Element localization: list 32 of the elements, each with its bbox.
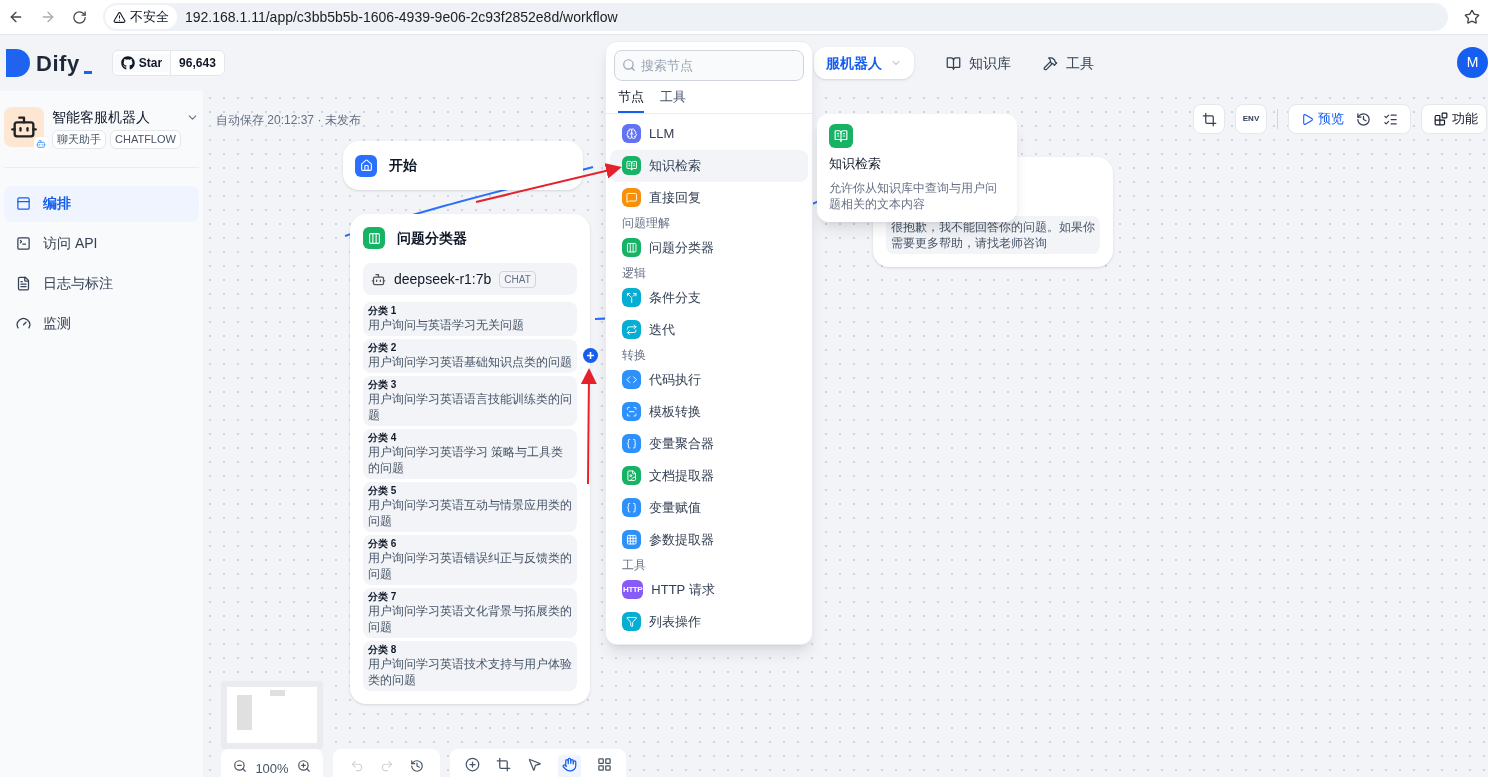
http-icon: HTTP [622, 580, 644, 599]
class-label: 分类 7 [368, 591, 398, 603]
group-heading: 工具 [621, 556, 647, 574]
model-tag: CHAT [499, 270, 536, 288]
class-text: 用户询问学习英语学习 策略与工具类的问题 [368, 444, 565, 476]
tooltip-description: 允许你从知识库中查询与用户问题相关的文本内容 [829, 179, 998, 212]
app-tag: 聊天助手 [52, 130, 106, 149]
app-tag: CHATFLOW [110, 130, 181, 149]
group-heading: 问题理解 [621, 214, 671, 232]
class-text: 用户询问学习英语互动与情景应用类的问题 [368, 497, 572, 529]
group-heading: 转换 [621, 346, 647, 364]
class-label: 分类 4 [368, 432, 398, 444]
class-label: 分类 2 [368, 342, 398, 354]
class-text: 用户询问与英语学习无关问题 [368, 317, 525, 333]
app-name: 智能客服机器人 [52, 108, 150, 127]
group-heading: 逻辑 [621, 264, 647, 282]
class-label: 分类 8 [368, 644, 398, 656]
class-text: 用户询问学习英语技术支持与用户体验类的问题 [368, 656, 572, 688]
class-text: 用户询问学习英语错误纠正与反馈类的问题 [368, 550, 572, 582]
class-label: 分类 6 [368, 538, 398, 550]
url-text: 192.168.1.11/app/c3bb5b5b-1606-4939-9e06-2c93f2852e8d/workflow [185, 7, 618, 27]
class-text: 用户询问学习英语语言技能训练类的问题 [368, 391, 572, 423]
class-text: 用户询问学习英语基础知识点类的问题 [368, 354, 572, 370]
class-text: 用户询问学习英语文化背景与拓展类的问题 [368, 603, 572, 635]
zoom-level: 100% [255, 760, 289, 777]
class-label: 分类 1 [368, 305, 398, 317]
node-title: 开始 [389, 156, 417, 175]
autosave-status: 自动保存 20:12:37 · 未发布 [216, 112, 361, 129]
tooltip-title: 知识检索 [829, 155, 882, 173]
class-label: 分类 3 [368, 379, 398, 391]
class-label: 分类 5 [368, 485, 398, 497]
node-title: 问题分类器 [397, 228, 467, 248]
